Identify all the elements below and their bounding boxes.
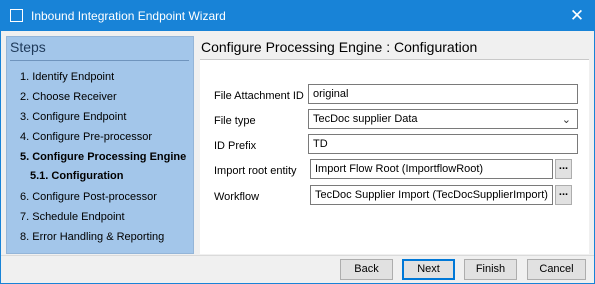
step-configure-pre-processor[interactable]: 4. Configure Pre-processor: [20, 131, 152, 143]
id-prefix-label: ID Prefix: [214, 140, 257, 152]
workflow-label: Workflow: [214, 191, 260, 203]
import-root-entity-label: Import root entity: [214, 165, 297, 177]
chevron-down-icon: ⌄: [561, 114, 571, 126]
cancel-button[interactable]: Cancel: [527, 259, 586, 280]
wizard-window: Inbound Integration Endpoint Wizard ✕ St…: [0, 0, 595, 284]
steps-divider: [10, 60, 189, 61]
steps-header: Steps: [10, 39, 46, 55]
window-title: Inbound Integration Endpoint Wizard: [31, 9, 226, 23]
import-root-entity-browse-button[interactable]: ...: [555, 159, 572, 179]
file-type-label: File type: [214, 115, 256, 127]
configuration-form: File Attachment ID original File type Te…: [200, 60, 589, 254]
id-prefix-input[interactable]: TD: [308, 134, 578, 154]
workflow-browse-button[interactable]: ...: [555, 185, 572, 205]
file-type-value: TecDoc supplier Data: [313, 113, 418, 125]
window-icon: [10, 9, 23, 22]
steps-panel: Steps 1. Identify Endpoint 2. Choose Rec…: [6, 36, 194, 254]
next-button[interactable]: Next: [402, 259, 455, 280]
step-configure-processing-engine[interactable]: 5. Configure Processing Engine: [20, 151, 186, 163]
file-attachment-id-label: File Attachment ID: [214, 90, 304, 102]
step-error-handling[interactable]: 8. Error Handling & Reporting: [20, 231, 164, 243]
file-type-select[interactable]: TecDoc supplier Data ⌄: [308, 109, 578, 129]
close-icon[interactable]: ✕: [560, 1, 594, 31]
title-bar: Inbound Integration Endpoint Wizard ✕: [1, 1, 594, 31]
step-schedule-endpoint[interactable]: 7. Schedule Endpoint: [20, 211, 125, 223]
page-title: Configure Processing Engine : Configurat…: [201, 39, 478, 55]
step-identify-endpoint[interactable]: 1. Identify Endpoint: [20, 71, 114, 83]
import-root-entity-input[interactable]: Import Flow Root (ImportflowRoot): [310, 159, 553, 179]
workflow-input[interactable]: TecDoc Supplier Import (TecDocSupplierIm…: [310, 185, 553, 205]
finish-button[interactable]: Finish: [464, 259, 517, 280]
footer-divider: [1, 255, 594, 256]
back-button[interactable]: Back: [340, 259, 393, 280]
step-choose-receiver[interactable]: 2. Choose Receiver: [20, 91, 117, 103]
file-attachment-id-input[interactable]: original: [308, 84, 578, 104]
step-configure-post-processor[interactable]: 6. Configure Post-processor: [20, 191, 157, 203]
step-configure-endpoint[interactable]: 3. Configure Endpoint: [20, 111, 126, 123]
step-configuration[interactable]: 5.1. Configuration: [30, 170, 124, 182]
